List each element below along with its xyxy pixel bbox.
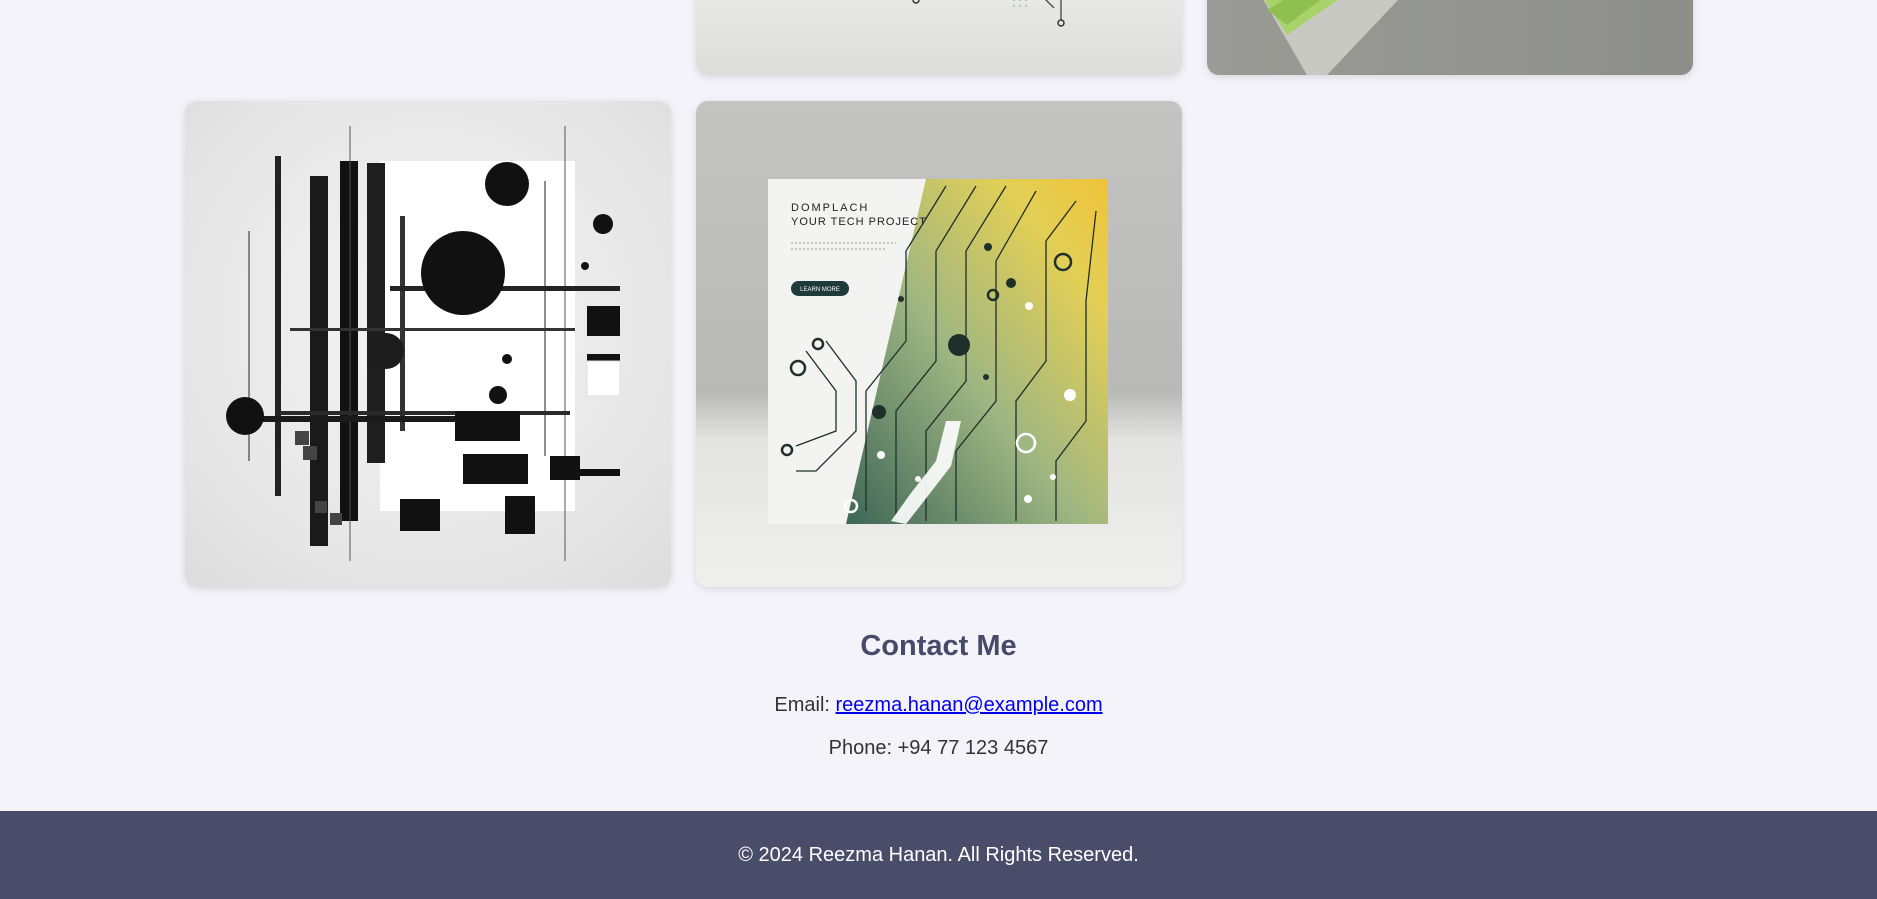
poster-headline: DOMPLACH: [791, 202, 869, 214]
poster-button-label: LEARN MORE: [800, 287, 840, 293]
email-line: Email: reezma.hanan@example.com: [0, 694, 1877, 717]
email-label: Email:: [774, 694, 830, 716]
book-mockup: [1263, 0, 1399, 75]
phone-label: Phone:: [828, 737, 893, 759]
site-footer: © 2024 Reezma Hanan. All Rights Reserved…: [0, 811, 1877, 899]
gallery-image-tech-poster[interactable]: DOMPLACH YOUR TECH PROJECT LEARN MORE: [696, 101, 1182, 587]
contact-title: Contact Me: [860, 630, 1017, 662]
phone-number: +94 77 123 4567: [897, 737, 1049, 759]
tech-poster: DOMPLACH YOUR TECH PROJECT LEARN MORE: [768, 179, 1108, 524]
contact-section: Contact Me Email: reezma.hanan@example.c…: [0, 630, 1877, 759]
gallery-image-circuit-partial[interactable]: [696, 0, 1182, 75]
poster-subheadline: YOUR TECH PROJECT: [791, 216, 927, 228]
gallery-image-book-partial[interactable]: [1207, 0, 1693, 75]
footer-copyright: © 2024 Reezma Hanan. All Rights Reserved…: [738, 844, 1139, 866]
gallery-image-geometric-art[interactable]: [185, 101, 671, 587]
phone-line: Phone: +94 77 123 4567: [0, 737, 1877, 760]
email-link[interactable]: reezma.hanan@example.com: [836, 694, 1103, 716]
geometric-artwork: [226, 126, 621, 561]
circuit-artwork: [912, 0, 1065, 27]
